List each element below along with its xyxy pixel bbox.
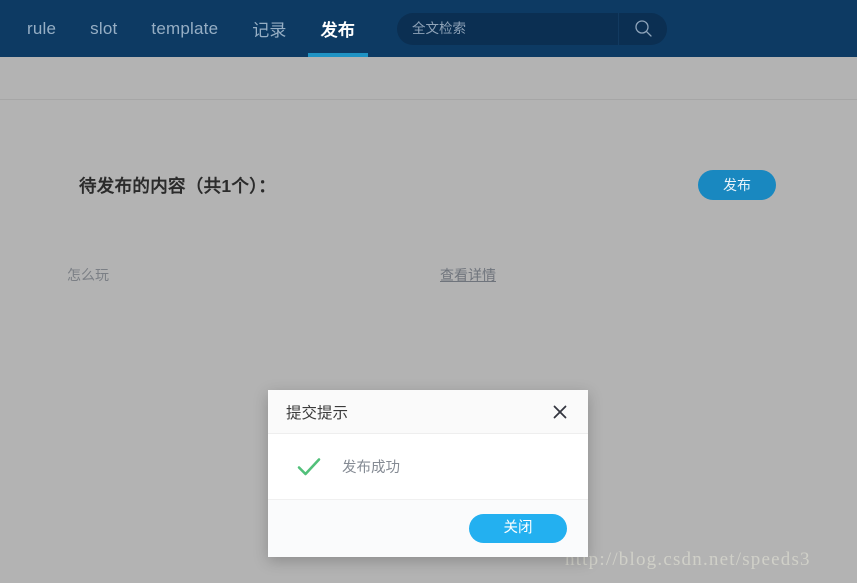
nav-item-label: template <box>151 18 219 38</box>
nav-item-label: rule <box>27 18 57 38</box>
publish-button[interactable]: 发布 <box>698 170 776 200</box>
dialog-footer: 关闭 <box>268 500 588 557</box>
dialog-message: 发布成功 <box>342 460 400 476</box>
dialog-title: 提交提示 <box>286 404 349 422</box>
search-icon[interactable] <box>618 12 667 45</box>
top-navigation-bar: rule slot template 记录 发布 <box>0 0 857 57</box>
pending-content-row: 怎么玩 查看详情 <box>0 265 857 289</box>
close-icon[interactable] <box>549 401 571 423</box>
nav-item-rule[interactable]: rule <box>10 0 73 57</box>
dialog-header: 提交提示 <box>268 390 588 434</box>
search-box[interactable] <box>397 12 668 45</box>
nav-item-label: 发布 <box>320 21 356 40</box>
dialog-body: 发布成功 <box>268 434 588 500</box>
check-icon <box>296 454 322 480</box>
main-nav: rule slot template 记录 发布 <box>10 0 372 57</box>
page-title: 待发布的内容（共1个）： <box>79 175 277 196</box>
search-input[interactable] <box>397 13 619 44</box>
nav-item-label: 记录 <box>252 21 287 40</box>
content-item-name: 怎么玩 <box>67 267 109 283</box>
nav-item-publish[interactable]: 发布 <box>304 0 372 57</box>
nav-item-label: slot <box>90 18 118 38</box>
view-detail-link[interactable]: 查看详情 <box>440 265 496 285</box>
nav-item-template[interactable]: template <box>134 0 235 57</box>
dialog-close-button[interactable]: 关闭 <box>469 514 567 543</box>
nav-item-slot[interactable]: slot <box>73 0 134 57</box>
submit-result-dialog: 提交提示 发布成功 关闭 <box>268 390 588 557</box>
nav-item-records[interactable]: 记录 <box>235 0 303 57</box>
section-divider <box>0 99 857 100</box>
